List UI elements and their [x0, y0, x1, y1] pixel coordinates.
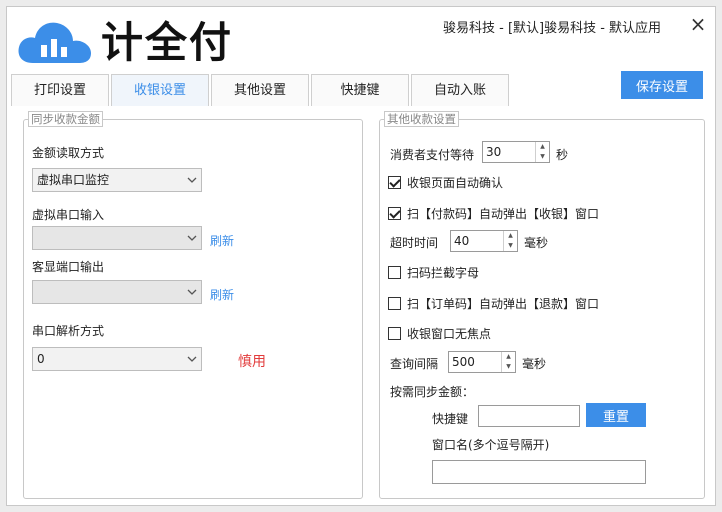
scan-pay-popup-label: 扫【付款码】自动弹出【收银】窗口: [407, 207, 600, 221]
spin-down-icon[interactable]: ▼: [504, 241, 517, 251]
tab-other-settings[interactable]: 其他设置: [211, 74, 309, 106]
other-payment-group: 其他收款设置 消费者支付等待 30 ▲ ▼ 秒 收银页面自动确认 扫【付款码】自动…: [379, 111, 705, 499]
no-focus-label: 收银窗口无焦点: [407, 327, 492, 341]
scan-pay-popup-checkbox[interactable]: 扫【付款码】自动弹出【收银】窗口: [388, 205, 599, 222]
checkbox-box[interactable]: [388, 207, 401, 220]
amount-read-select[interactable]: 虚拟串口监控: [32, 168, 202, 192]
amount-read-value: 虚拟串口监控: [37, 173, 110, 187]
spin-up-icon[interactable]: ▲: [504, 231, 517, 241]
reset-button[interactable]: 重置: [586, 403, 646, 427]
spin-down-icon[interactable]: ▼: [502, 362, 515, 372]
intercept-letters-checkbox[interactable]: 扫码拦截字母: [388, 264, 479, 281]
window-name-input[interactable]: [432, 460, 646, 484]
virtual-port-label: 虚拟串口输入: [32, 208, 105, 222]
tab-bar: 打印设置 收银设置 其他设置 快捷键 自动入账: [11, 74, 511, 106]
save-settings-button[interactable]: 保存设置: [621, 71, 703, 99]
timeout-value: 40: [454, 234, 470, 248]
query-interval-value: 500: [452, 355, 475, 369]
query-interval-label: 查询间隔: [390, 357, 439, 371]
window-name-label: 窗口名(多个逗号隔开): [432, 438, 550, 452]
auto-confirm-label: 收银页面自动确认: [407, 176, 504, 190]
parse-method-select[interactable]: 0: [32, 347, 202, 371]
query-interval-unit: 毫秒: [522, 357, 547, 371]
tab-cashier-settings[interactable]: 收银设置: [111, 74, 209, 106]
close-icon[interactable]: ×: [687, 13, 709, 35]
window-title: 骏易科技 - [默认]骏易科技 - 默认应用: [443, 21, 662, 36]
tab-hotkeys[interactable]: 快捷键: [311, 74, 409, 106]
logo: 计全付: [15, 17, 233, 69]
refresh-display-port-link[interactable]: 刷新: [210, 286, 234, 303]
parse-method-value: 0: [37, 352, 45, 366]
query-interval-stepper[interactable]: 500 ▲ ▼: [448, 351, 516, 373]
sync-amount-group: 同步收款金额 金额读取方式 虚拟串口监控 虚拟串口输入 刷新 客显端口输出 刷新…: [23, 111, 363, 499]
intercept-letters-label: 扫码拦截字母: [407, 266, 480, 280]
display-port-label: 客显端口输出: [32, 260, 105, 274]
tab-print-settings[interactable]: 打印设置: [11, 74, 109, 106]
scan-order-popup-label: 扫【订单码】自动弹出【退款】窗口: [407, 297, 600, 311]
sync-on-demand-label: 按需同步金额：: [390, 385, 475, 399]
spin-up-icon[interactable]: ▲: [502, 352, 515, 362]
sync-amount-legend: 同步收款金额: [28, 111, 103, 127]
checkbox-box[interactable]: [388, 176, 401, 189]
chevron-down-icon: [187, 235, 197, 241]
spin-up-icon[interactable]: ▲: [536, 142, 549, 152]
chevron-down-icon: [187, 177, 197, 183]
timeout-unit: 毫秒: [524, 236, 549, 250]
parse-method-label: 串口解析方式: [32, 324, 105, 338]
tab-auto-posting[interactable]: 自动入账: [411, 74, 509, 106]
cloud-logo-icon: [18, 22, 91, 63]
checkbox-box[interactable]: [388, 266, 401, 279]
wait-label: 消费者支付等待: [390, 148, 475, 162]
timeout-label: 超时时间: [390, 236, 439, 250]
amount-read-label: 金额读取方式: [32, 146, 105, 160]
no-focus-checkbox[interactable]: 收银窗口无焦点: [388, 325, 491, 342]
wait-value: 30: [486, 145, 502, 159]
spin-down-icon[interactable]: ▼: [536, 152, 549, 162]
timeout-stepper[interactable]: 40 ▲ ▼: [450, 230, 518, 252]
virtual-port-select[interactable]: [32, 226, 202, 250]
refresh-virtual-port-link[interactable]: 刷新: [210, 232, 234, 249]
wait-stepper[interactable]: 30 ▲ ▼: [482, 141, 550, 163]
chevron-down-icon: [187, 289, 197, 295]
checkbox-box[interactable]: [388, 297, 401, 310]
other-payment-legend: 其他收款设置: [384, 111, 459, 127]
auto-confirm-checkbox[interactable]: 收银页面自动确认: [388, 174, 503, 191]
chevron-down-icon: [187, 356, 197, 362]
display-port-select[interactable]: [32, 280, 202, 304]
hotkey-label: 快捷键: [432, 412, 469, 426]
hotkey-input[interactable]: [478, 405, 580, 427]
logo-text: 计全付: [101, 18, 234, 67]
checkbox-box[interactable]: [388, 327, 401, 340]
app-window: 计全付 骏易科技 - [默认]骏易科技 - 默认应用 × 打印设置 收银设置 其…: [6, 6, 716, 506]
wait-unit: 秒: [556, 148, 569, 162]
scan-order-popup-checkbox[interactable]: 扫【订单码】自动弹出【退款】窗口: [388, 295, 599, 312]
caution-text: 慎用: [238, 354, 266, 370]
